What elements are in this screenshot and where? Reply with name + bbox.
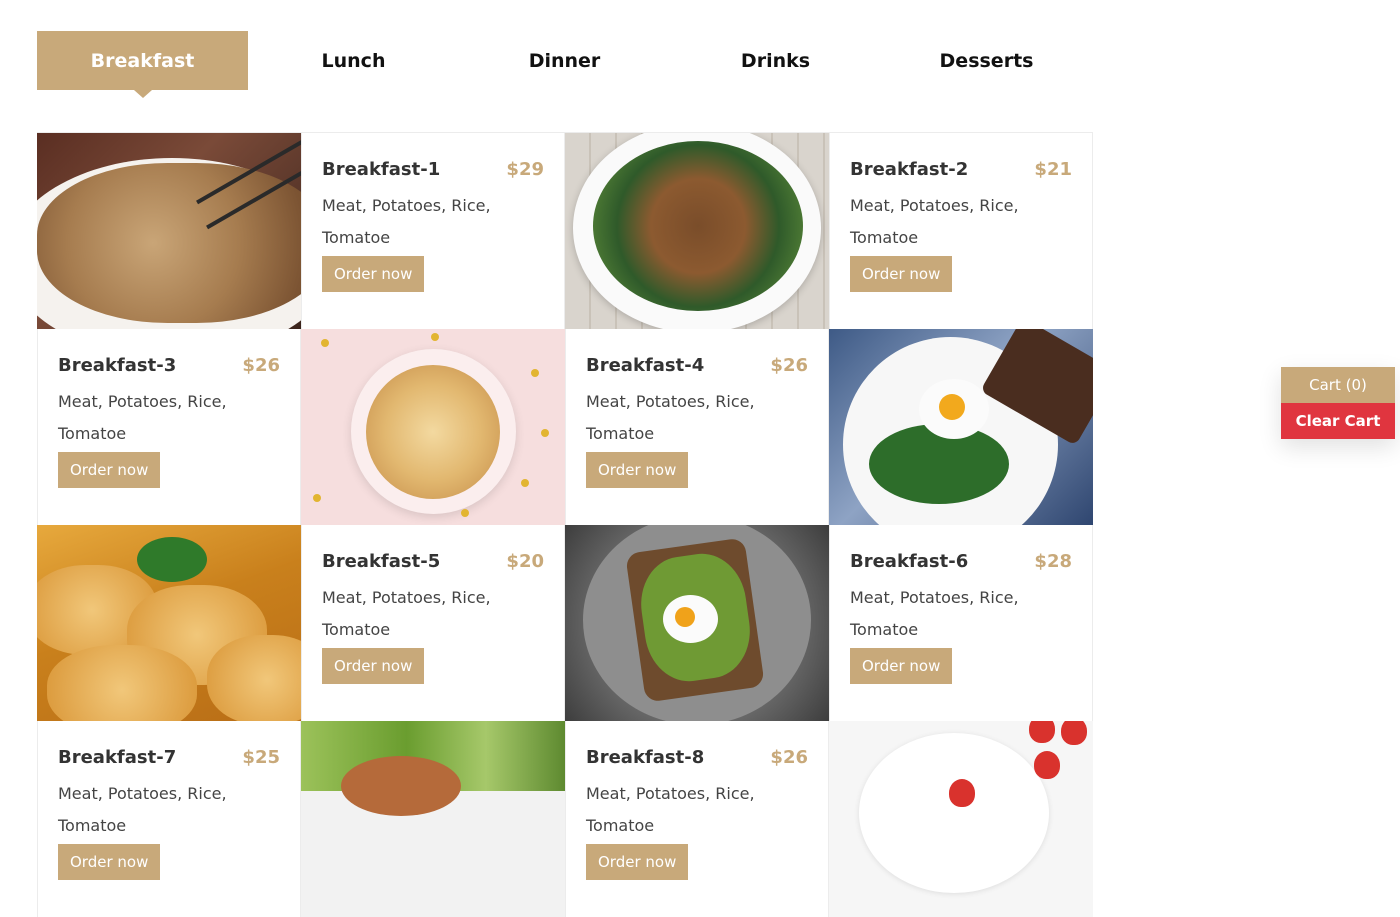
menu-card: Breakfast-5 $20 Meat, Potatoes, Rice, To… — [301, 525, 565, 721]
order-now-button[interactable]: Order now — [322, 256, 425, 292]
item-title: Breakfast-2 — [850, 159, 969, 180]
food-image — [37, 525, 301, 721]
item-description: Meat, Potatoes, Rice, Tomatoe — [586, 392, 755, 443]
salmon-salad-photo — [301, 721, 565, 917]
menu-card: Breakfast-6 $28 Meat, Potatoes, Rice, To… — [829, 525, 1093, 721]
food-image — [301, 329, 565, 525]
food-image — [565, 525, 829, 721]
order-now-button[interactable]: Order now — [58, 452, 161, 488]
noodles-photo — [37, 133, 301, 329]
order-now-button[interactable]: Order now — [58, 844, 161, 880]
menu-card: Breakfast-2 $21 Meat, Potatoes, Rice, To… — [829, 133, 1093, 329]
order-now-button[interactable]: Order now — [586, 452, 689, 488]
tab-breakfast[interactable]: Breakfast — [37, 31, 248, 90]
clear-cart-button[interactable]: Clear Cart — [1281, 403, 1395, 439]
order-now-button[interactable]: Order now — [850, 648, 953, 684]
cart-button[interactable]: Cart (0) — [1281, 367, 1395, 403]
food-image — [829, 721, 1093, 917]
item-title: Breakfast-7 — [58, 747, 177, 768]
cart-panel: Cart (0) Clear Cart — [1281, 367, 1395, 439]
category-tabs: Breakfast Lunch Dinner Drinks Desserts — [37, 31, 1092, 90]
item-description: Meat, Potatoes, Rice, Tomatoe — [58, 392, 227, 443]
tab-desserts[interactable]: Desserts — [881, 31, 1092, 90]
grilled-salad-photo — [565, 133, 829, 329]
order-now-button[interactable]: Order now — [322, 648, 425, 684]
item-description: Meat, Potatoes, Rice, Tomatoe — [322, 196, 491, 247]
item-price: $26 — [242, 355, 280, 376]
food-image — [565, 133, 829, 329]
menu-card: Breakfast-1 $29 Meat, Potatoes, Rice, To… — [301, 133, 565, 329]
item-price: $28 — [1034, 551, 1072, 572]
item-title: Breakfast-5 — [322, 551, 441, 572]
item-title: Breakfast-4 — [586, 355, 705, 376]
oatmeal-strawberry-photo — [829, 721, 1093, 917]
item-price: $26 — [770, 747, 808, 768]
tab-drinks[interactable]: Drinks — [670, 31, 881, 90]
menu-card: Breakfast-3 $26 Meat, Potatoes, Rice, To… — [37, 329, 301, 525]
food-image — [37, 133, 301, 329]
food-image — [301, 721, 565, 917]
item-title: Breakfast-3 — [58, 355, 177, 376]
avocado-toast-photo — [565, 525, 829, 721]
tab-dinner[interactable]: Dinner — [459, 31, 670, 90]
item-price: $25 — [242, 747, 280, 768]
item-description: Meat, Potatoes, Rice, Tomatoe — [850, 196, 1019, 247]
menu-card: Breakfast-4 $26 Meat, Potatoes, Rice, To… — [565, 329, 829, 525]
egg-avocado-photo — [829, 329, 1093, 525]
menu-card: Breakfast-7 $25 Meat, Potatoes, Rice, To… — [37, 721, 301, 917]
menu-card: Breakfast-8 $26 Meat, Potatoes, Rice, To… — [565, 721, 829, 917]
item-price: $26 — [770, 355, 808, 376]
item-title: Breakfast-1 — [322, 159, 441, 180]
item-title: Breakfast-6 — [850, 551, 969, 572]
item-price: $21 — [1034, 159, 1072, 180]
order-now-button[interactable]: Order now — [850, 256, 953, 292]
menu-grid: Breakfast-1 $29 Meat, Potatoes, Rice, To… — [37, 132, 1093, 917]
food-image — [829, 329, 1093, 525]
item-description: Meat, Potatoes, Rice, Tomatoe — [850, 588, 1019, 639]
item-price: $20 — [506, 551, 544, 572]
item-price: $29 — [506, 159, 544, 180]
oatmeal-banana-photo — [301, 329, 565, 525]
fried-chicken-photo — [37, 525, 301, 721]
order-now-button[interactable]: Order now — [586, 844, 689, 880]
tab-lunch[interactable]: Lunch — [248, 31, 459, 90]
item-title: Breakfast-8 — [586, 747, 705, 768]
item-description: Meat, Potatoes, Rice, Tomatoe — [322, 588, 491, 639]
